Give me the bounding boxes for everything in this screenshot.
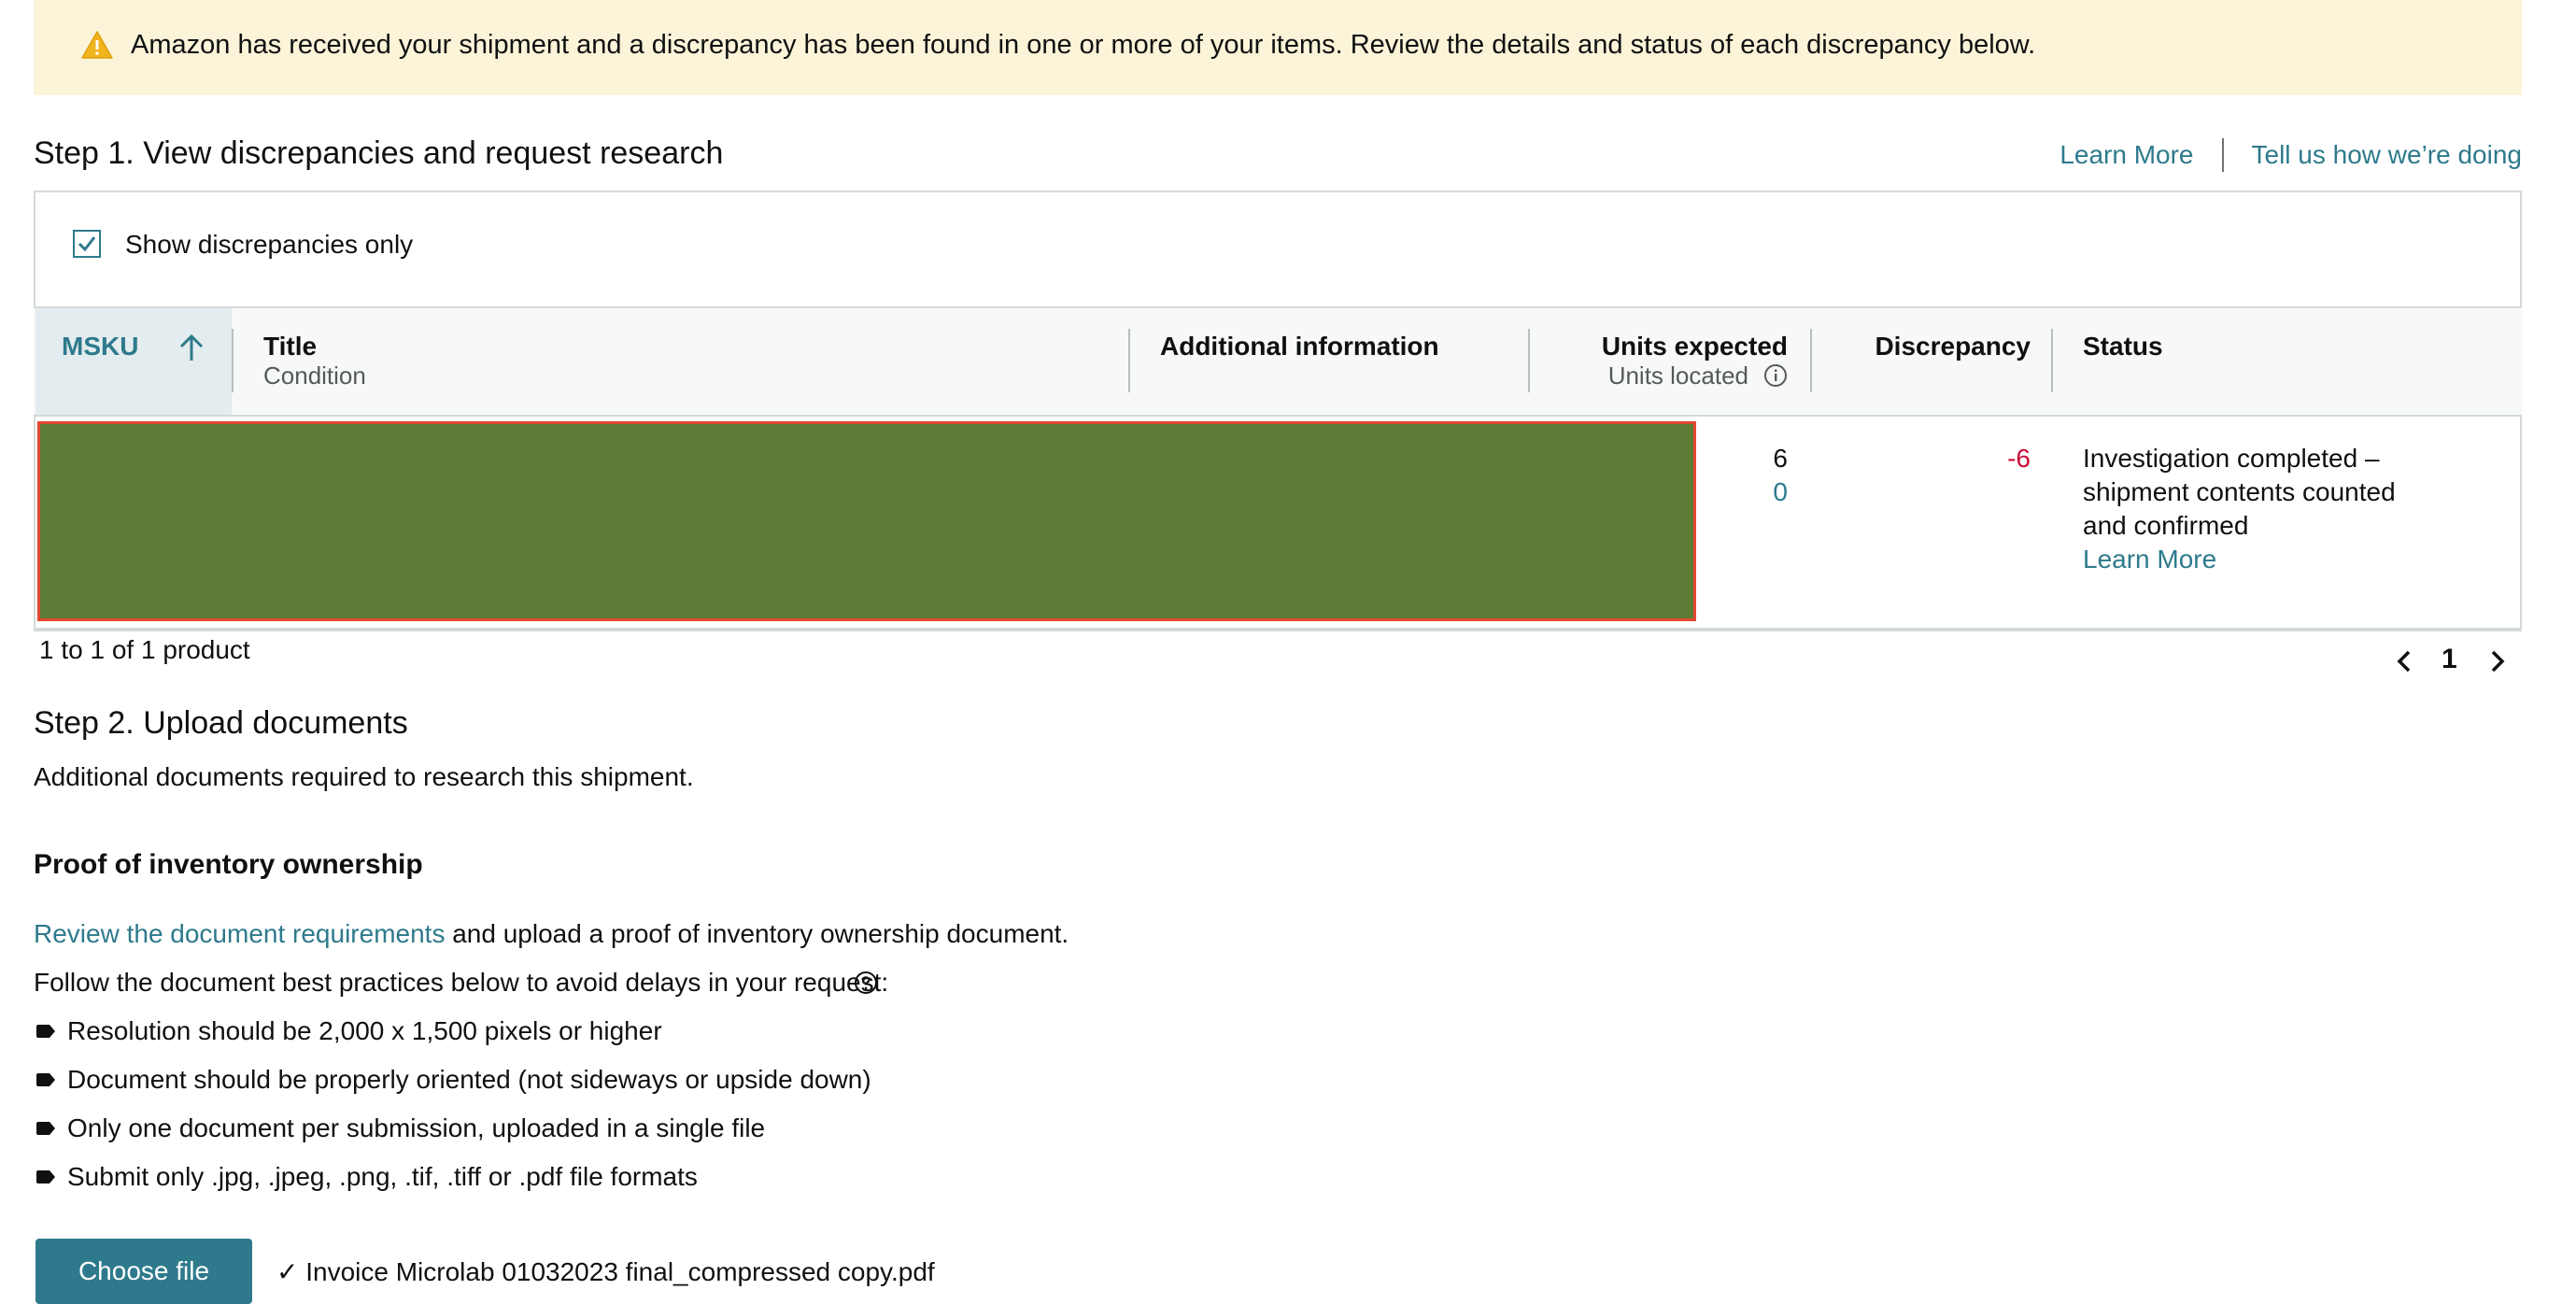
- bullet-item: Only one document per submission, upload…: [67, 1113, 766, 1142]
- column-divider: [232, 329, 234, 392]
- chevron-right-icon[interactable]: [2488, 648, 2507, 674]
- bullet-item: Document should be properly oriented (no…: [67, 1065, 871, 1094]
- best-practices-text: Follow the document best practices below…: [34, 968, 889, 997]
- bullet-tag-icon: [36, 1122, 55, 1135]
- info-icon[interactable]: [1763, 363, 1788, 388]
- column-divider: [1128, 329, 1130, 392]
- sort-ascending-icon[interactable]: [177, 333, 205, 362]
- status-text-line1: Investigation completed –: [2083, 444, 2380, 473]
- learn-more-link[interactable]: Learn More: [2059, 136, 2193, 174]
- bullet-tag-icon: [36, 1073, 55, 1086]
- checkmark-icon: [78, 236, 96, 252]
- bullet-item: Submit only .jpg, .jpeg, .png, .tif, .ti…: [67, 1162, 698, 1191]
- units-expected-column-header: Units expected: [1601, 332, 1788, 361]
- bullet-tag-icon: [36, 1025, 55, 1038]
- units-located-value[interactable]: 0: [1773, 475, 1788, 509]
- best-practices-line: Follow the document best practices below…: [34, 966, 888, 999]
- redacted-product-info: [37, 421, 1696, 621]
- show-discrepancies-checkbox[interactable]: [73, 230, 101, 258]
- review-requirements-line: Review the document requirements and upl…: [34, 917, 1069, 951]
- feedback-link[interactable]: Tell us how we’re doing: [2252, 136, 2523, 174]
- table-bottom-border: [34, 630, 2522, 631]
- choose-file-button[interactable]: Choose file: [35, 1239, 252, 1304]
- alert-message: Amazon has received your shipment and a …: [131, 30, 2036, 60]
- column-divider: [1528, 329, 1530, 392]
- step1-title: Step 1. View discrepancies and request r…: [34, 135, 724, 171]
- additional-info-column-header: Additional information: [1160, 332, 1439, 361]
- step2-title: Step 2. Upload documents: [34, 705, 408, 741]
- msku-column-header[interactable]: MSKU: [62, 331, 138, 362]
- discrepancy-column-header: Discrepancy: [1875, 332, 2031, 361]
- step1-links: Learn More Tell us how we’re doing: [2059, 136, 2522, 174]
- pagination-summary: 1 to 1 of 1 product: [39, 635, 250, 664]
- title-column-header: Title: [263, 332, 318, 361]
- column-divider: [1810, 329, 1812, 392]
- units-expected-value: 6: [1773, 444, 1788, 473]
- review-requirements-text: and upload a proof of inventory ownershi…: [445, 919, 1069, 948]
- status-column-header: Status: [2083, 332, 2163, 361]
- warning-icon: [81, 31, 113, 59]
- review-requirements-link[interactable]: Review the document requirements: [34, 919, 445, 948]
- show-discrepancies-label[interactable]: Show discrepancies only: [125, 228, 413, 262]
- link-divider: [2221, 138, 2224, 172]
- help-icon[interactable]: [854, 971, 878, 995]
- status-text-line3: and confirmed: [2083, 511, 2249, 540]
- status-text-line2: shipment contents counted: [2083, 477, 2396, 506]
- discrepancy-value: -6: [2007, 444, 2031, 473]
- bullet-item: Resolution should be 2,000 x 1,500 pixel…: [67, 1016, 662, 1045]
- condition-column-header: Condition: [263, 361, 366, 390]
- selected-file-name: ✓ Invoice Microlab 01032023 final_compre…: [276, 1257, 935, 1286]
- proof-of-ownership-title: Proof of inventory ownership: [34, 849, 423, 880]
- current-page-number[interactable]: 1: [2442, 643, 2457, 676]
- chevron-left-icon[interactable]: [2395, 648, 2413, 674]
- status-learn-more-link[interactable]: Learn More: [2083, 543, 2216, 576]
- units-located-column-header: Units located: [1607, 361, 1748, 390]
- bullet-tag-icon: [36, 1170, 55, 1184]
- step2-subtitle: Additional documents required to researc…: [34, 762, 694, 791]
- column-divider: [2051, 329, 2053, 392]
